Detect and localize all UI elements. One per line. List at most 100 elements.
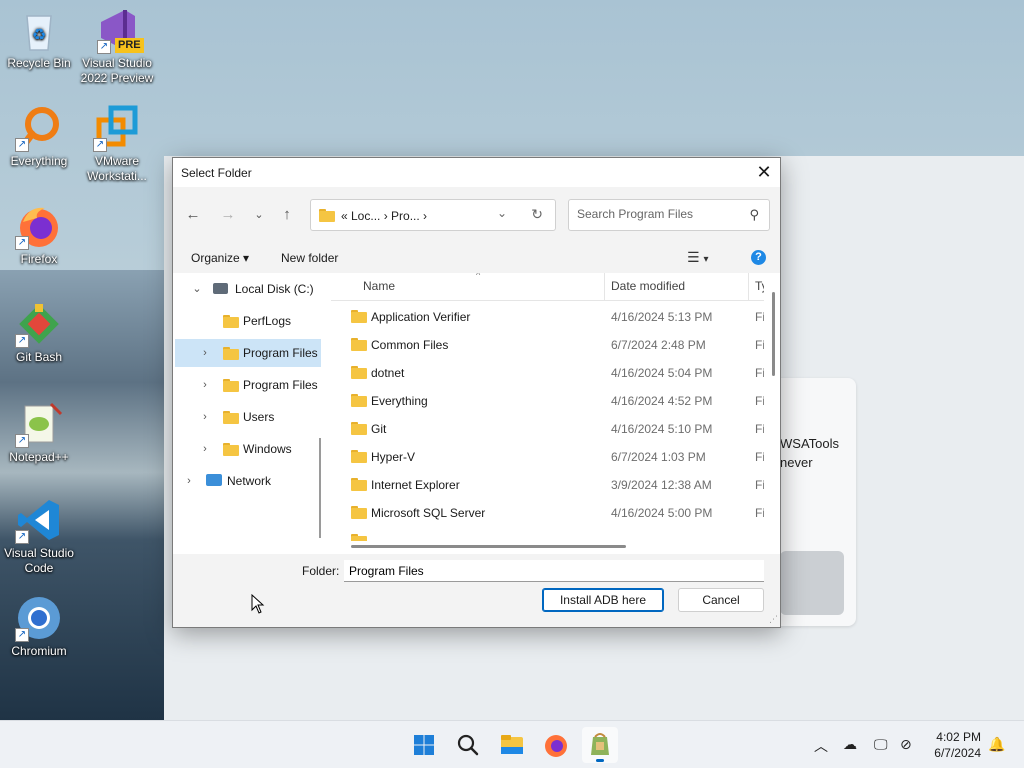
firefox-icon bbox=[545, 735, 567, 757]
caret-down-icon: ▾ bbox=[243, 251, 250, 265]
column-header-date[interactable]: Date modified bbox=[611, 279, 685, 293]
search-icon[interactable]: ⚲ bbox=[749, 207, 759, 223]
up-arrow-icon: ↑ bbox=[283, 206, 291, 223]
desktop-icon-firefox[interactable]: ↗ Firefox bbox=[0, 202, 78, 267]
organize-button[interactable]: Organize ▾ bbox=[191, 251, 249, 265]
recent-locations-button[interactable]: ⌄ bbox=[247, 203, 271, 227]
desktop-icon-label: Visual Studio 2022 Preview bbox=[80, 56, 154, 85]
close-button[interactable]: ✕ bbox=[748, 158, 780, 187]
chevron-right-icon[interactable]: › bbox=[199, 403, 211, 431]
taskbar-firefox[interactable] bbox=[538, 727, 574, 763]
shortcut-arrow-icon: ↗ bbox=[15, 236, 29, 250]
file-name: Hyper-V bbox=[371, 450, 416, 464]
chevron-right-icon[interactable]: › bbox=[199, 435, 211, 463]
file-row[interactable]: Hyper-V 6/7/2024 1:03 PM File folder bbox=[331, 443, 764, 471]
file-date: 4/16/2024 5:00 PM bbox=[611, 506, 713, 520]
wsatools-icon bbox=[591, 733, 609, 755]
file-row[interactable]: Application Verifier 4/16/2024 5:13 PM F… bbox=[331, 303, 764, 331]
desktop-icon-visual-studio[interactable]: PRE ↗ Visual Studio 2022 Preview bbox=[78, 6, 156, 86]
desktop-icon-vmware[interactable]: ↗ VMware Workstati... bbox=[78, 104, 156, 184]
refresh-icon[interactable]: ↻ bbox=[531, 206, 543, 223]
tree-item-program-files[interactable]: › Program Files bbox=[175, 339, 321, 367]
column-divider[interactable] bbox=[748, 273, 749, 301]
desktop-icon-label: Firefox bbox=[20, 252, 58, 266]
desktop-icon-everything[interactable]: ↗ Everything bbox=[0, 104, 78, 169]
up-button[interactable]: ↑ bbox=[275, 203, 299, 227]
tree-item-users[interactable]: › Users bbox=[173, 403, 321, 431]
start-button[interactable] bbox=[406, 727, 442, 763]
file-type: File folder bbox=[755, 422, 764, 436]
shortcut-arrow-icon: ↗ bbox=[15, 334, 29, 348]
chevron-right-icon[interactable]: › bbox=[199, 339, 211, 367]
desktop-icon-label: Visual Studio Code bbox=[4, 546, 74, 575]
forward-button[interactable]: → bbox=[216, 203, 240, 227]
column-headers: ^ Name Date modified Type bbox=[331, 273, 764, 301]
address-dropdown-icon[interactable]: ⌄ bbox=[497, 206, 507, 220]
volume-status-icon[interactable]: ⊘ bbox=[900, 736, 912, 753]
svg-text:♻: ♻ bbox=[32, 27, 46, 44]
file-row[interactable]: Everything 4/16/2024 4:52 PM File folder bbox=[331, 387, 764, 415]
search-box[interactable]: ⚲ bbox=[568, 199, 770, 231]
chevron-right-icon[interactable]: › bbox=[183, 467, 195, 495]
taskbar-wsatools[interactable] bbox=[582, 727, 618, 763]
shortcut-arrow-icon: ↗ bbox=[15, 628, 29, 642]
dialog-title-bar[interactable]: Select Folder ✕ bbox=[173, 158, 780, 187]
taskbar-search-button[interactable] bbox=[450, 727, 486, 763]
desktop-icon-chromium[interactable]: ↗ Chromium bbox=[0, 594, 78, 659]
clock-time: 4:02 PM bbox=[936, 730, 981, 744]
file-row[interactable]: Git 4/16/2024 5:10 PM File folder bbox=[331, 415, 764, 443]
resize-grip-icon[interactable]: ⋰ bbox=[769, 614, 778, 625]
file-date: 4/16/2024 5:10 PM bbox=[611, 422, 713, 436]
show-hidden-icons-button[interactable]: ︿ bbox=[814, 736, 828, 756]
breadcrumb[interactable]: « Loc... › Pro... › bbox=[341, 209, 427, 223]
desktop-icon-label: Chromium bbox=[11, 644, 67, 658]
select-folder-dialog: Select Folder ✕ ← → ⌄ ↑ « Loc... › Pro..… bbox=[172, 157, 781, 628]
search-input[interactable] bbox=[577, 207, 737, 221]
navigation-scrollbar[interactable] bbox=[319, 438, 321, 538]
file-row[interactable]: Common Files 6/7/2024 2:48 PM File folde… bbox=[331, 331, 764, 359]
taskbar-clock[interactable]: 4:02 PM 6/7/2024 bbox=[926, 729, 981, 761]
column-header-type[interactable]: Type bbox=[755, 279, 764, 293]
new-folder-button[interactable]: New folder bbox=[281, 251, 338, 265]
dialog-footer: Folder: Install ADB here Cancel ⋰ bbox=[173, 554, 780, 627]
taskbar-file-explorer[interactable] bbox=[494, 727, 530, 763]
folder-name-field[interactable] bbox=[344, 560, 764, 582]
desktop-icon-label: Recycle Bin bbox=[7, 56, 71, 70]
file-row[interactable]: Internet Explorer 3/9/2024 12:38 AM File… bbox=[331, 471, 764, 499]
caret-down-icon: ▾ bbox=[703, 254, 709, 265]
folder-icon bbox=[351, 478, 367, 491]
tree-item-local-disk[interactable]: ⌄ Local Disk (C:) bbox=[173, 275, 321, 303]
tree-item-label: PerfLogs bbox=[243, 314, 292, 328]
vertical-scrollbar[interactable] bbox=[772, 292, 775, 376]
shortcut-arrow-icon: ↗ bbox=[15, 530, 29, 544]
column-header-name[interactable]: Name bbox=[363, 279, 395, 293]
start-icon bbox=[414, 735, 434, 755]
file-row[interactable]: Microsoft SQL Server 4/16/2024 5:00 PM F… bbox=[331, 499, 764, 527]
address-bar[interactable]: « Loc... › Pro... › ⌄ ↻ bbox=[310, 199, 556, 231]
desktop-icon-vscode[interactable]: ↗ Visual Studio Code bbox=[0, 496, 78, 576]
tree-item-network[interactable]: › Network bbox=[173, 467, 321, 495]
tree-item-windows[interactable]: › Windows bbox=[173, 435, 321, 463]
chevron-down-icon[interactable]: ⌄ bbox=[191, 275, 203, 303]
folder-icon bbox=[351, 506, 367, 519]
folder-icon bbox=[351, 310, 367, 323]
help-icon[interactable]: ? bbox=[751, 250, 766, 265]
horizontal-scrollbar[interactable] bbox=[351, 545, 626, 548]
chevron-right-icon[interactable]: › bbox=[199, 371, 211, 399]
desktop-icon-notepadpp[interactable]: ↗ Notepad++ bbox=[0, 400, 78, 465]
view-options-button[interactable]: ☰ ▾ bbox=[687, 249, 708, 266]
cancel-button[interactable]: Cancel bbox=[678, 588, 764, 612]
tree-item-perflogs[interactable]: PerfLogs bbox=[173, 307, 321, 335]
chevron-down-icon: ⌄ bbox=[254, 209, 264, 221]
desktop-icon-git-bash[interactable]: ↗ Git Bash bbox=[0, 300, 78, 365]
file-row-partial[interactable] bbox=[331, 527, 764, 541]
install-adb-button[interactable]: Install ADB here bbox=[542, 588, 664, 612]
network-status-icon[interactable]: 🖵 bbox=[874, 736, 888, 753]
notification-bell-icon[interactable]: 🔔 bbox=[988, 736, 1005, 753]
desktop-icon-recycle-bin[interactable]: ♻ Recycle Bin bbox=[0, 6, 78, 71]
back-button[interactable]: ← bbox=[181, 203, 205, 227]
tree-item-program-files-x86[interactable]: › Program Files (x86) bbox=[173, 371, 321, 399]
onedrive-offline-icon[interactable]: ☁ bbox=[843, 736, 857, 753]
file-row[interactable]: dotnet 4/16/2024 5:04 PM File folder bbox=[331, 359, 764, 387]
column-divider[interactable] bbox=[604, 273, 605, 301]
